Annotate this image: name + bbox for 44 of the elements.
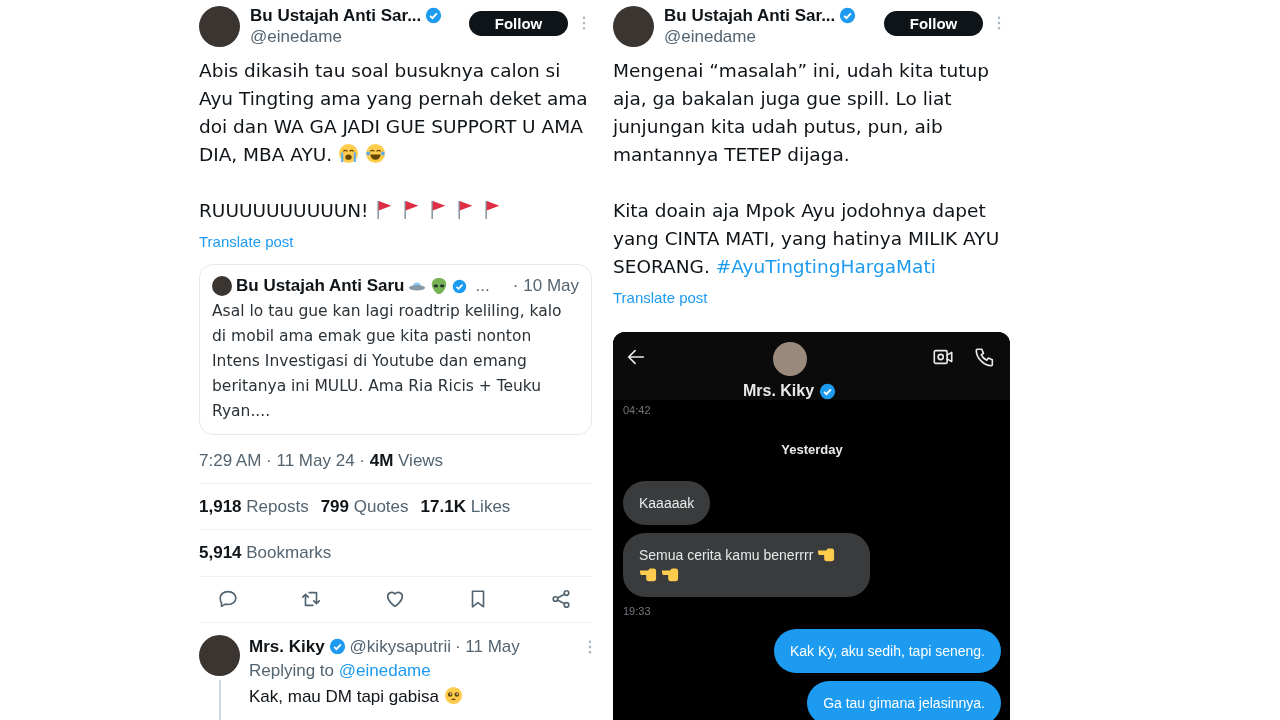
engagement-stat-link[interactable]: 1,918 Reposts [199,496,309,517]
replying-to-text: Replying to @einedame [249,660,432,682]
message-timestamp: 19:33 [623,605,651,617]
post-text: Abis dikasih tau soal busuknya calon si Ayu Tingting ama yang pernah deket ama doi dan WA GA JADI GUE SUPPORT U AMA DIA, MBA AYU. [199,59,589,167]
message-timestamp: 04:42 [623,404,651,416]
follow-button[interactable]: Follow [469,10,568,36]
sent-message-bubble: Kak Ky, aku sedih, tapi seneng. [773,629,1001,673]
avatar-photo-placeholder [772,342,807,376]
received-message-bubble: Kaaaaak [623,481,711,525]
laughing-face-icon [365,143,387,164]
crying-face-icon [338,143,360,164]
chat-contact-name: Mrs. Kiky [742,382,815,400]
alien-face-icon [430,277,449,295]
author-handle[interactable]: @einedame [664,26,857,47]
bookmarks-stat-link[interactable]: 5,914 Bookmarks [199,543,332,563]
post-text: Kita doain aja Mpok Ayu jodohnya dapet yang CINTA MATI, yang hatinya MILIK AYU SEORANG. #AyuTingtingHargaMati [613,199,1001,279]
engagement-stat-link[interactable]: 17.1K Likes [420,496,511,517]
reply-date: · 11 May [454,636,520,658]
avatar-photo-placeholder[interactable] [199,635,240,676]
author-handle[interactable]: @einedame [250,26,443,47]
author-name[interactable]: Bu Ustajah Anti Sar... [664,5,836,26]
avatar-photo-placeholder [212,276,232,296]
post-text: RUUUUUUUUUUN! [199,197,592,225]
pleading-face-icon [443,686,463,705]
avatar-photo-placeholder[interactable] [613,5,654,47]
reply-author-name[interactable]: Mrs. Kiky [249,635,325,659]
quoted-author-name: Bu Ustajah Anti Saru [236,276,405,296]
sent-message-bubble: Ga tau gimana jelasinnya. [807,681,1001,720]
quoted-post-card[interactable] [199,264,592,435]
engagement-stat-link[interactable]: 799 Quotes [320,496,409,517]
quoted-post-date: · 10 May [512,276,579,296]
quoted-post-text: Asal lo tau gue kan lagi roadtrip keliling, kalo di mobil ama emak gue kita pasti nonton Intens Investigasi di Youtube dan emang beritanya ini MULU. Ama Ria Ricis + Teuku Ryan.... [212,301,563,422]
received-message-bubble: Semua cerita kamu benerrrr [623,533,870,597]
post-text: Mengenai “masalah” ini, udah kita tutup aja, ga bakalan juga gue spill. Lo liat junjungan kita udah putus, pun, aib mantannya TETEP dijaga. [613,59,991,167]
post-timestamp-views: 7:29 AM · 11 May 24 · 4M Views [199,451,592,484]
truncation-ellipsis: ... [475,276,490,296]
share-icon[interactable] [550,588,572,611]
avatar-photo-placeholder[interactable] [199,5,240,47]
author-name[interactable]: Bu Ustajah Anti Sar... [250,5,422,26]
reply-author-handle[interactable]: @kikysaputrii [349,635,451,659]
reply-text: Kak, mau DM tapi gabisa [249,685,592,709]
phone-call-icon[interactable] [974,346,996,368]
follow-button[interactable]: Follow [884,10,983,36]
date-separator: Yesterday [781,442,843,457]
